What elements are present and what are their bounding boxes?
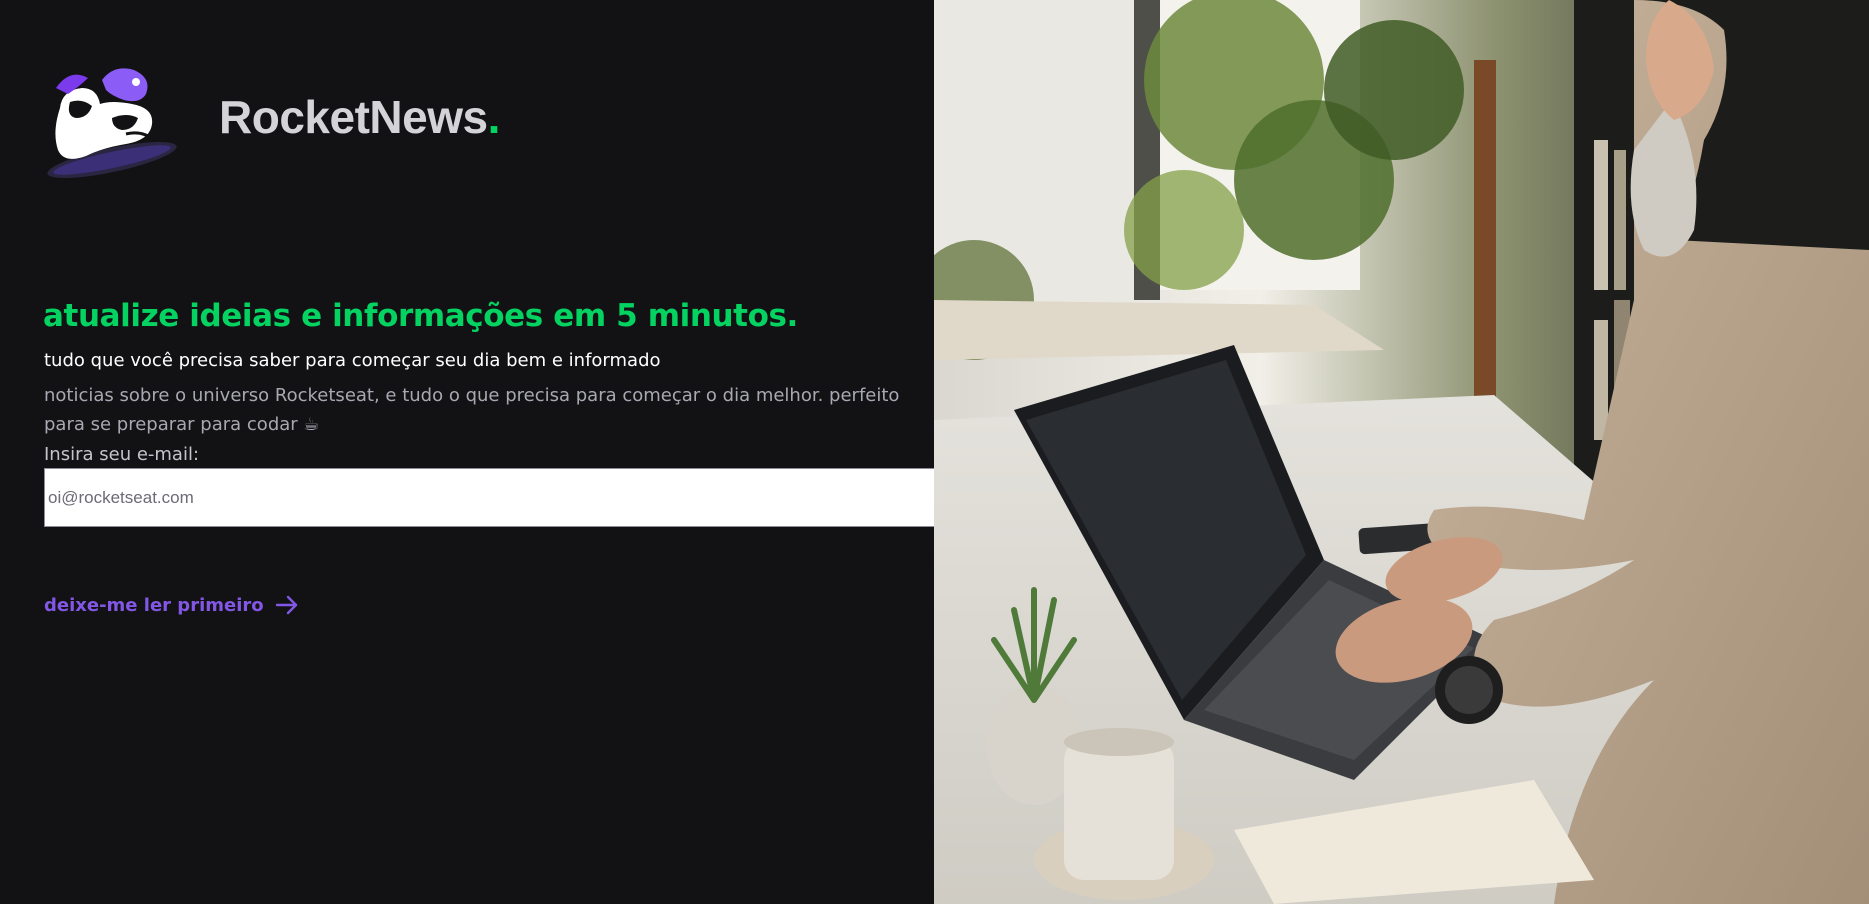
email-label: Insira seu e-mail: xyxy=(44,444,200,465)
read-first-link[interactable]: deixe-me ler primeiro xyxy=(44,593,300,617)
brand-dot: . xyxy=(487,91,501,143)
hero-photo xyxy=(934,0,1869,904)
hero-photo-illustration xyxy=(934,0,1869,904)
brand-name: RocketNews. xyxy=(219,91,501,143)
landing-page: RocketNews. atualize ideias e informaçõe… xyxy=(0,0,1869,904)
arrow-right-icon xyxy=(274,593,300,617)
email-input[interactable] xyxy=(44,468,1001,527)
email-signup-form xyxy=(44,468,1060,527)
hero-subtitle: tudo que você precisa saber para começar… xyxy=(44,350,661,371)
brand-header: RocketNews. xyxy=(42,60,500,180)
hero-headline: atualize ideias e informações em 5 minut… xyxy=(43,298,798,334)
hero-description: noticias sobre o universo Rocketseat, e … xyxy=(44,385,900,435)
read-first-label: deixe-me ler primeiro xyxy=(44,594,264,616)
rocket-astronaut-mascot-icon xyxy=(47,68,177,179)
